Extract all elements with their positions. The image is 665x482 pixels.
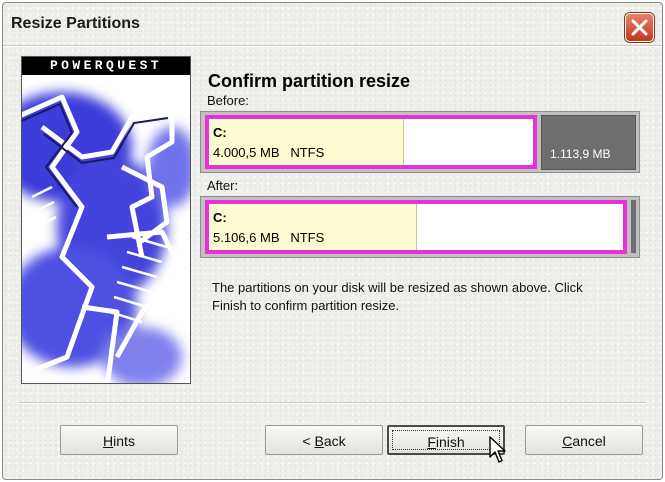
title-bar[interactable]: Resize Partitions [3, 3, 662, 43]
arrow-cursor-icon [489, 436, 506, 463]
before-disk-map: C: 4.000,5 MB NTFS 1.113,9 MB [200, 111, 640, 173]
after-label: After: [207, 178, 239, 193]
description-line-2: Finish to confirm partition resize. [212, 298, 400, 313]
after-partition-name: C: [213, 210, 227, 225]
before-unallocated-space[interactable]: 1.113,9 MB [541, 115, 636, 170]
back-button[interactable]: < Back [265, 425, 383, 455]
focus-rectangle [392, 430, 500, 450]
hints-mnemonic: H [103, 433, 114, 449]
after-unallocated-sliver [631, 200, 636, 253]
after-partition-info: 5.106,6 MB NTFS [213, 230, 324, 245]
before-label: Before: [207, 93, 249, 108]
close-icon [631, 19, 648, 36]
resize-partitions-dialog: Resize Partitions POWERQUEST Confirm par… [2, 2, 663, 480]
window-title: Resize Partitions [11, 15, 140, 32]
description-line-1: The partitions on your disk will be resi… [212, 280, 583, 295]
hints-label-rest: ints [113, 433, 135, 449]
cancel-label-rest: ancel [572, 433, 606, 449]
hints-button[interactable]: Hints [60, 425, 178, 455]
after-partition-size: 5.106,6 MB [213, 230, 280, 245]
title-divider [3, 45, 662, 47]
page-heading: Confirm partition resize [208, 71, 411, 91]
after-partition-filesystem: NTFS [290, 230, 325, 245]
powerquest-logo-panel: POWERQUEST [21, 56, 191, 384]
before-unallocated-size: 1.113,9 MB [550, 147, 611, 161]
before-partition-size: 4.000,5 MB [213, 145, 280, 160]
before-partition-info: 4.000,5 MB NTFS [213, 145, 324, 160]
before-partition-c[interactable]: C: 4.000,5 MB NTFS [205, 115, 537, 169]
back-label-rest: ack [323, 433, 346, 449]
before-used-space: C: 4.000,5 MB NTFS [209, 119, 404, 165]
before-partition-name: C: [213, 125, 227, 140]
after-partition-c[interactable]: C: 5.106,6 MB NTFS [205, 200, 627, 254]
after-disk-map: C: 5.106,6 MB NTFS [200, 196, 640, 258]
close-button[interactable] [625, 13, 654, 42]
logo-brand-text: POWERQUEST [22, 57, 190, 75]
description-text: The partitions on your disk will be resi… [212, 279, 632, 315]
button-divider [19, 402, 646, 404]
after-used-space: C: 5.106,6 MB NTFS [209, 204, 417, 250]
finish-button[interactable]: Finish [387, 425, 505, 455]
powerquest-logo-art [22, 57, 190, 383]
cancel-mnemonic: C [562, 433, 573, 449]
back-prefix: < [302, 433, 315, 449]
cancel-button[interactable]: Cancel [525, 425, 643, 455]
before-partition-filesystem: NTFS [290, 145, 325, 160]
back-mnemonic: B [314, 433, 324, 449]
